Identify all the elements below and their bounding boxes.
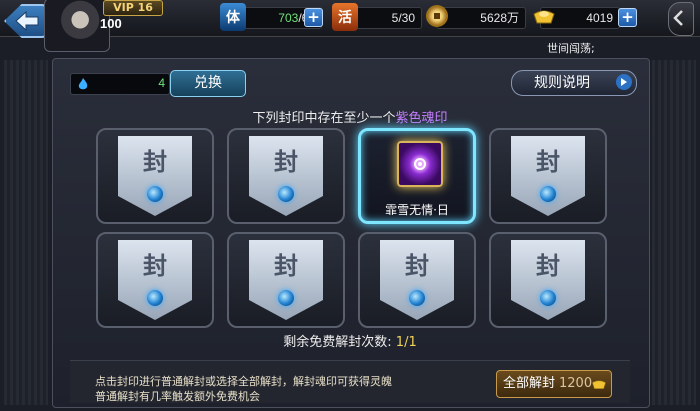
stamina-icon: 体: [220, 3, 246, 31]
soul-orb-icon: [147, 186, 163, 202]
soul-orb-icon: [540, 290, 556, 306]
server-name: 世间闯荡;: [547, 42, 595, 55]
hint-highlight: 紫色魂印: [395, 111, 448, 126]
ingot-icon: [532, 6, 556, 26]
back-arrow-icon: [15, 10, 39, 32]
coin-value: 5628万: [480, 11, 519, 25]
soul-counter: 4: [70, 73, 170, 95]
soul-orb-icon: [147, 290, 163, 306]
add-stamina-button[interactable]: +: [304, 8, 323, 27]
exchange-button[interactable]: 兑换: [170, 70, 246, 97]
free-unseal-value: 1/1: [395, 335, 417, 350]
stamina-value: 703: [278, 11, 299, 25]
energy-icon: 活: [332, 3, 358, 31]
ingot-value: 4019: [586, 11, 613, 25]
ingot-icon: [591, 380, 607, 389]
play-arrow-icon: [616, 74, 632, 90]
footer-line-2: 普通解封有几率触发额外免费机会: [95, 390, 260, 403]
coin-icon: [426, 5, 448, 27]
seal-hint: 下列封印中存在至少一个紫色魂印: [252, 111, 448, 126]
seal-slot[interactable]: 封: [489, 232, 607, 328]
chevron-left-icon: [673, 10, 683, 26]
side-menu-toggle[interactable]: [668, 2, 694, 36]
energy-value: 5/30: [391, 11, 415, 25]
unseal-all-cost: 1200: [559, 376, 593, 391]
unseal-all-button[interactable]: 全部解封 1200: [496, 370, 612, 398]
player-level: 100: [100, 16, 122, 31]
seal-slot[interactable]: 封: [489, 128, 607, 224]
seal-slot[interactable]: 封: [96, 128, 214, 224]
free-unseal-count: 剩余免费解封次数: 1/1: [283, 335, 417, 350]
soul-flame-icon: [78, 78, 88, 90]
soul-orb-icon: [409, 290, 425, 306]
rules-label: 规则说明: [534, 75, 590, 91]
purple-soul-seal-icon: [397, 141, 443, 187]
soul-orb-icon: [540, 186, 556, 202]
seal-slot[interactable]: 封: [358, 232, 476, 328]
add-ingot-button[interactable]: +: [618, 8, 637, 27]
seal-slot[interactable]: 封: [96, 232, 214, 328]
soul-orb-icon: [278, 186, 294, 202]
vip-badge: VIP 16: [103, 0, 163, 16]
seal-slot[interactable]: 封: [227, 232, 345, 328]
seal-slot-opened[interactable]: 霏雪无情·日: [358, 128, 476, 224]
coin-bar: 5628万: [436, 7, 526, 29]
soul-count: 4: [158, 76, 165, 90]
rules-button[interactable]: 规则说明: [511, 70, 637, 96]
soul-seal-name: 霏雪无情·日: [385, 203, 449, 217]
soul-orb-icon: [278, 290, 294, 306]
unseal-all-label: 全部解封: [503, 376, 556, 391]
seal-slot[interactable]: 封: [227, 128, 345, 224]
seal-grid: 封 封 霏雪无情·日 封 封 封 封 封: [96, 128, 610, 328]
footer-line-1: 点击封印进行普通解封或选择全部解封，解封魂印可获得灵魄: [95, 375, 392, 388]
